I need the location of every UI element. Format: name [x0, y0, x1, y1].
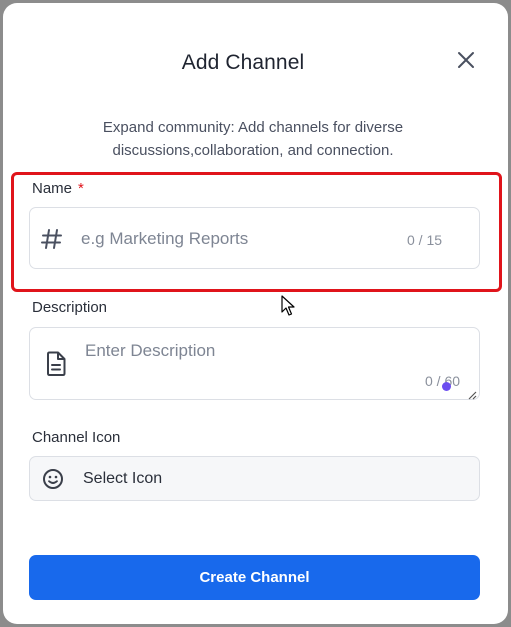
dialog-subtitle: Expand community: Add channels for diver…: [102, 119, 404, 159]
hash-icon: [40, 227, 64, 251]
channel-icon-label: Channel Icon: [32, 429, 121, 446]
smiley-icon: [42, 468, 64, 490]
channel-icon-select[interactable]: Select Icon: [29, 456, 480, 501]
status-dot: [442, 382, 451, 391]
description-textarea[interactable]: Enter Description 0 / 60: [29, 327, 480, 400]
name-placeholder: e.g Marketing Reports: [81, 229, 249, 248]
resize-handle-icon[interactable]: [467, 387, 477, 400]
dialog-title: Add Channel: [181, 51, 305, 74]
name-input[interactable]: e.g Marketing Reports 0 / 15: [29, 207, 480, 269]
name-char-counter: 0 / 15: [407, 232, 443, 248]
name-label: Name *: [32, 180, 84, 197]
channel-icon-value: Select Icon: [83, 470, 163, 487]
description-placeholder: Enter Description: [85, 341, 216, 360]
description-label: Description: [32, 299, 108, 316]
name-label-text: Name: [32, 180, 73, 197]
add-channel-dialog: Add Channel Expand community: Add channe…: [3, 3, 508, 624]
create-channel-button[interactable]: Create Channel: [29, 555, 480, 600]
mouse-cursor-icon: [281, 295, 295, 317]
close-icon[interactable]: [454, 48, 478, 72]
required-marker: *: [78, 180, 84, 197]
document-icon: [44, 351, 68, 377]
